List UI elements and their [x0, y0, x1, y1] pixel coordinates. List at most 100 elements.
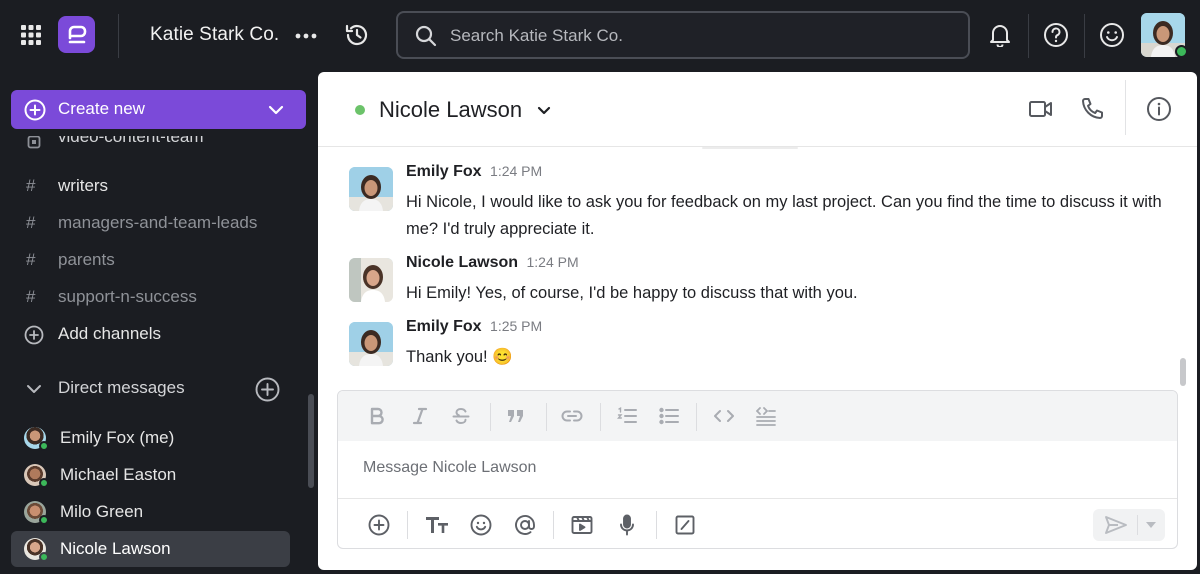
video-clip-icon[interactable] [570, 513, 594, 537]
phone-call-icon[interactable] [1078, 96, 1106, 122]
help-icon[interactable] [1043, 22, 1069, 48]
search-placeholder: Search Katie Stark Co. [450, 26, 623, 45]
sidebar-item-support-n-success[interactable]: # support-n-success [0, 281, 318, 315]
add-channels-label: Add channels [58, 324, 162, 343]
strikethrough-icon[interactable] [450, 405, 472, 427]
chat-scrollbar[interactable] [1180, 358, 1186, 386]
channel-name: managers-and-team-leads [58, 213, 258, 232]
code-icon[interactable] [712, 405, 736, 427]
search-input[interactable]: Search Katie Stark Co. [396, 11, 970, 59]
chat-title[interactable]: Nicole Lawson [379, 97, 522, 123]
message-author[interactable]: Nicole Lawson [406, 254, 518, 271]
chevron-down-icon [266, 100, 286, 120]
status-dot-icon [355, 105, 365, 115]
direct-messages-label: Direct messages [58, 378, 185, 397]
sidebar-item-managers-and-team-leads[interactable]: # managers-and-team-leads [0, 207, 318, 241]
workspace-name[interactable]: Katie Stark Co. [150, 24, 279, 46]
sidebar-dm-nicole-lawson[interactable]: Nicole Lawson [11, 531, 290, 567]
slash-command-icon[interactable] [673, 513, 697, 537]
send-options-chevron-icon[interactable] [1141, 515, 1161, 535]
divider [546, 403, 547, 431]
divider [118, 14, 119, 58]
emoji-icon[interactable] [469, 513, 493, 537]
avatar [349, 322, 393, 366]
video-call-icon[interactable] [1027, 96, 1055, 122]
avatar [349, 167, 393, 211]
message-text: Hi Nicole, I would like to ask you for f… [406, 193, 1162, 238]
bullet-list-icon[interactable] [658, 405, 680, 427]
dm-name: Michael Easton [60, 465, 177, 484]
sidebar-dm-michael-easton[interactable]: Michael Easton [11, 457, 290, 493]
divider [600, 403, 601, 431]
chat-header: Nicole Lawson [318, 72, 1197, 147]
divider [553, 511, 554, 539]
sidebar-item-parents[interactable]: # parents [0, 244, 318, 278]
divider [656, 511, 657, 539]
direct-messages-header[interactable]: Direct messages [0, 372, 318, 406]
divider [1084, 14, 1085, 58]
channel-private-icon [26, 136, 42, 150]
info-icon[interactable] [1145, 95, 1173, 123]
attach-plus-icon[interactable] [367, 513, 391, 537]
divider [1028, 14, 1029, 58]
top-bar: Katie Stark Co. Search Katie Stark Co. [0, 0, 1200, 72]
text-format-icon[interactable] [424, 513, 450, 537]
bold-icon[interactable] [366, 405, 388, 427]
create-new-label: Create new [58, 99, 145, 118]
emoji-status-icon[interactable] [1099, 22, 1125, 48]
mention-icon[interactable] [513, 513, 537, 537]
microphone-icon[interactable] [615, 513, 639, 537]
chevron-down-icon[interactable] [534, 101, 554, 119]
message-text: Thank you! 😊 [406, 348, 513, 366]
send-icon [1103, 514, 1129, 536]
hash-icon: # [26, 176, 36, 195]
divider [407, 511, 408, 539]
message-composer: Message Nicole Lawson [337, 390, 1178, 549]
dm-name: Milo Green [60, 502, 144, 521]
sidebar: Create new video-content-team # writers … [0, 72, 318, 574]
app-logo-icon[interactable] [58, 16, 95, 53]
message-input[interactable]: Message Nicole Lawson [363, 459, 536, 477]
divider [696, 403, 697, 431]
sidebar-item-writers[interactable]: # writers [0, 170, 318, 204]
composer-actions [338, 498, 1177, 548]
add-dm-icon[interactable] [254, 376, 280, 402]
sidebar-item-video-content-team[interactable]: video-content-team [0, 136, 318, 158]
formatting-toolbar [338, 391, 1177, 441]
online-status-icon [39, 552, 49, 562]
numbered-list-icon[interactable] [616, 405, 638, 427]
message-author[interactable]: Emily Fox [406, 163, 482, 180]
history-icon[interactable] [343, 21, 371, 49]
more-icon[interactable] [294, 24, 318, 48]
dm-name: Emily Fox (me) [60, 428, 175, 447]
sidebar-dm-milo-green[interactable]: Milo Green [11, 494, 290, 530]
online-status-icon [39, 515, 49, 525]
send-button[interactable] [1093, 509, 1165, 541]
message-timestamp: 1:24 PM [526, 254, 579, 270]
chat-panel: Nicole Lawson Emily Fox 1:24 PM Hi Nicol… [318, 72, 1197, 570]
chevron-down-icon [25, 382, 43, 396]
message-author[interactable]: Emily Fox [406, 318, 482, 335]
sidebar-scrollbar[interactable] [308, 394, 314, 488]
divider [490, 403, 491, 431]
bell-icon[interactable] [987, 22, 1013, 48]
search-icon [414, 24, 438, 48]
quote-icon[interactable] [505, 405, 527, 427]
create-new-button[interactable]: Create new [11, 90, 306, 129]
channel-name: writers [58, 176, 109, 195]
online-status-icon [39, 478, 49, 488]
hash-icon: # [26, 287, 36, 306]
link-icon[interactable] [560, 405, 584, 427]
italic-icon[interactable] [409, 405, 431, 427]
sidebar-dm-emily-fox[interactable]: Emily Fox (me) [11, 420, 290, 456]
plus-circle-icon [24, 325, 44, 345]
message-text: Hi Emily! Yes, of course, I'd be happy t… [406, 284, 858, 302]
channel-name: parents [58, 250, 115, 269]
message-timestamp: 1:24 PM [490, 163, 543, 179]
apps-grid-icon[interactable] [19, 23, 43, 47]
dm-name: Nicole Lawson [60, 539, 171, 558]
hash-icon: # [26, 213, 36, 232]
add-channels-button[interactable]: Add channels [0, 318, 318, 352]
channel-name: video-content-team [58, 136, 204, 146]
code-block-icon[interactable] [754, 404, 778, 428]
